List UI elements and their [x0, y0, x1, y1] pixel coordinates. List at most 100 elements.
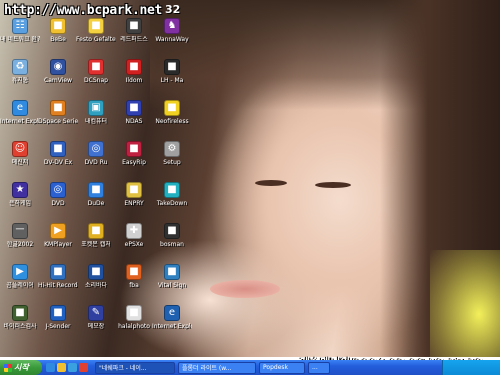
desktop-icon[interactable]: e Internet Explorer [0, 100, 40, 134]
desktop-icon[interactable]: ■ TakeDown [152, 182, 192, 216]
desktop-icon-label: 소리바다 [84, 282, 108, 289]
desktop-icon[interactable]: ■ DV-DV Ex [38, 141, 78, 175]
desktop-icon[interactable]: ■ DCSnap [76, 59, 116, 93]
desktop-icon[interactable]: ■ Neofireless [152, 100, 192, 134]
desktop-icon[interactable]: ■ halalphoto [114, 305, 154, 339]
app-icon: ■ [88, 182, 104, 198]
desktop-icon[interactable]: ■ 레드퍼드스 [114, 18, 154, 52]
desktop-icon-label: EasyRip [122, 159, 146, 166]
desktop-icon-label: DCSnap [84, 77, 108, 84]
desktop-icon[interactable]: ■ Hi-Hit Recorder [38, 264, 78, 298]
desktop-icon[interactable]: ✎ 메모장 [76, 305, 116, 339]
desktop-icon-label: Ildom [125, 77, 143, 84]
desktop-icon-label: 바이러스검사 [3, 323, 37, 330]
desktop-icon[interactable]: ♻ 휴지통 [0, 59, 40, 93]
desktop-icon-label: TakeDown [156, 200, 188, 207]
app-icon: ■ [126, 100, 142, 116]
desktop-icon[interactable]: ■ fba [114, 264, 154, 298]
desktop-icon[interactable]: ▶ 곰플레이어 [0, 264, 40, 298]
desktop-icon[interactable]: ■ EasyRip [114, 141, 154, 175]
windows-logo-icon [4, 363, 12, 372]
desktop-icon[interactable]: ▣ 내컴퓨터 [76, 100, 116, 134]
desktop-icon-label: DVD Ru [84, 159, 108, 166]
player-icon: ▶ [12, 264, 28, 280]
desktop-icon[interactable]: ■ LH - Ma [152, 59, 192, 93]
desktop-icon-label: fba [129, 282, 139, 289]
dvd-icon: ◎ [88, 141, 104, 157]
desktop-icon-label: KMPlayer [44, 241, 72, 248]
desktop-icon-label: Neofireless [155, 118, 189, 125]
desktop-icon[interactable]: ■ Vital Sign [152, 264, 192, 298]
desktop-icon[interactable]: ■ Festo Gefaltet [76, 18, 116, 52]
network-icon: ☷ [12, 18, 28, 34]
taskbar-task-button[interactable]: 플롬더 라이트 (w... [178, 361, 256, 374]
desktop-icon[interactable]: ★ 은하게임 [0, 182, 40, 216]
desktop-icon-label: 내 네트워크 환경 [0, 36, 40, 43]
desktop-icon-label: 은하게임 [8, 200, 32, 207]
desktop-icon[interactable]: ■ Ildom [114, 59, 154, 93]
taskbar: 시작 "네쉐파크 - 네이... 플롬더 라이트 (w... Popdesk... [0, 360, 500, 375]
desktop-icon[interactable]: ▶ KMPlayer [38, 223, 78, 257]
camera-icon: ◉ [50, 59, 66, 75]
desktop-icon[interactable]: ☺ 메신저 [0, 141, 40, 175]
desktop-icon[interactable]: ♞ WannaWay [152, 18, 192, 52]
desktop-icon-label: DV-DV Ex [43, 159, 73, 166]
desktop-icon[interactable]: ■ 바이러스검사 [0, 305, 40, 339]
app-icon: ■ [126, 141, 142, 157]
quick-launch-icon[interactable] [46, 363, 55, 372]
desktop-icons: ☷ 내 네트워크 환경 ■ BeBe ■ Festo Gefaltet ■ 레드퍼드스 ♞ Wan… [0, 18, 200, 355]
app-icon: ■ [12, 305, 28, 321]
quick-launch-icon[interactable] [57, 363, 66, 372]
desktop-icon[interactable]: ◎ DVD [38, 182, 78, 216]
wallpaper-eye-right [315, 182, 351, 188]
desktop-icon-label: 포켓몬 캡처 [81, 241, 111, 248]
desktop-icon-label: Setup [163, 159, 181, 166]
app-icon: ■ [50, 141, 66, 157]
app-icon: ■ [50, 305, 66, 321]
desktop-icon-label: 곰플레이어 [6, 282, 34, 289]
desktop-icon[interactable]: ■ 포켓몬 캡처 [76, 223, 116, 257]
wallpaper-lips [210, 280, 280, 298]
desktop-icon-label: BeBe [50, 36, 66, 43]
setup-icon: ⚙ [164, 141, 180, 157]
desktop-icon[interactable]: ■ J-Sender [38, 305, 78, 339]
taskbar-task-button[interactable]: "네쉐파크 - 네이... [95, 361, 175, 374]
desktop-icon[interactable]: ◎ DVD Ru [76, 141, 116, 175]
app-icon: ■ [88, 223, 104, 239]
desktop-icon[interactable]: ✚ ePSXe [114, 223, 154, 257]
app-icon: ■ [126, 305, 142, 321]
system-tray[interactable] [442, 360, 500, 375]
taskbar-task-button[interactable]: Popdesk [259, 361, 305, 374]
dvd-icon: ◎ [50, 182, 66, 198]
desktop-icon[interactable]: ■ DSpace Serie [38, 100, 78, 134]
app-icon: ■ [126, 18, 142, 34]
recycle-bin-icon: ♻ [12, 59, 28, 75]
messenger-icon: ☺ [12, 141, 28, 157]
desktop-icon[interactable]: ㅡ 한글2002 [0, 223, 40, 257]
star-icon: ★ [12, 182, 28, 198]
desktop-icon[interactable]: ■ NDAS [114, 100, 154, 134]
desktop-icon-label: NDAS [125, 118, 143, 125]
desktop-icon[interactable]: ■ BeBe [38, 18, 78, 52]
desktop-icon-label: DuDe [87, 200, 105, 207]
desktop-icon[interactable]: ☷ 내 네트워크 환경 [0, 18, 40, 52]
app-icon: ■ [164, 223, 180, 239]
desktop-icon[interactable]: ⚙ Setup [152, 141, 192, 175]
quick-launch-icon[interactable] [68, 363, 77, 372]
desktop-icon[interactable]: e Internet Explor... [152, 305, 192, 339]
desktop-icon-label: 메모장 [87, 323, 105, 330]
desktop-icon[interactable]: ■ 소리바다 [76, 264, 116, 298]
quick-launch-icon[interactable] [79, 363, 88, 372]
desktop-icon[interactable]: ◉ CamView [38, 59, 78, 93]
start-button[interactable]: 시작 [0, 360, 42, 375]
desktop-icon-label: Internet Explorer [0, 118, 40, 125]
desktop-icon-label: 레드퍼드스 [120, 36, 148, 43]
desktop-icon[interactable]: ■ ENPRY [114, 182, 154, 216]
taskbar-task-button[interactable]: ... [308, 361, 330, 374]
desktop-icon-label: Hi-Hit Recorder [38, 282, 78, 289]
desktop-icon-label: 내컴퓨터 [84, 118, 108, 125]
desktop-icon[interactable]: ■ bosman [152, 223, 192, 257]
app-icon: ■ [88, 18, 104, 34]
desktop-icon[interactable]: ■ DuDe [76, 182, 116, 216]
game-icon: ♞ [164, 18, 180, 34]
